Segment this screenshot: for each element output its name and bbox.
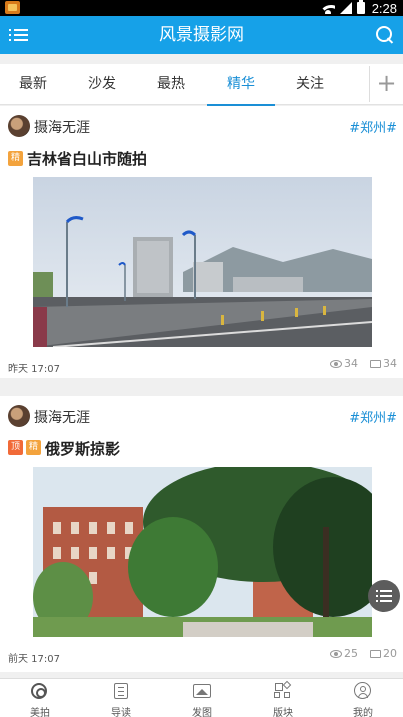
nav-label: 我的	[353, 708, 373, 717]
grid-icon	[274, 680, 292, 700]
status-icons: 2:28	[320, 0, 397, 16]
wifi-icon	[320, 3, 335, 14]
eye-icon	[330, 649, 342, 658]
list-icon	[114, 683, 128, 699]
post-stats: 34 34	[330, 357, 397, 370]
post-stats: 25 20	[330, 647, 397, 660]
image-icon	[193, 684, 211, 698]
comment-count: 34	[383, 357, 397, 370]
location-tag[interactable]: #郑州#	[349, 117, 397, 136]
tab-sofa[interactable]: 沙发	[72, 64, 132, 105]
search-icon[interactable]	[375, 25, 395, 45]
comment-icon	[370, 649, 381, 658]
featured-badge: 精	[8, 151, 23, 166]
tab-following[interactable]: 关注	[280, 64, 340, 105]
avatar[interactable]	[8, 115, 30, 137]
nav-label: 导读	[111, 708, 131, 717]
post-time: 前天 17:07	[8, 654, 60, 665]
nav-label: 版块	[273, 708, 293, 717]
featured-badge: 精	[26, 440, 41, 455]
add-tab-button[interactable]: +	[369, 66, 403, 102]
post-image[interactable]	[33, 177, 372, 347]
comment-icon	[370, 359, 381, 368]
nav-item-mine[interactable]: 我的	[323, 679, 403, 717]
view-count: 34	[344, 357, 358, 370]
battery-icon	[356, 0, 365, 14]
location-tag[interactable]: #郑州#	[349, 407, 397, 426]
post-card[interactable]: 摄海无涯 #郑州# 精 吉林省白山市随拍 昨天 17:07 34 34	[0, 106, 403, 378]
user-icon	[354, 682, 371, 699]
tab-featured[interactable]: 精华	[207, 64, 275, 106]
post-card[interactable]: 摄海无涯 #郑州# 顶 精 俄罗斯掠影 前天 17:07 25 20	[0, 396, 403, 672]
view-count: 25	[344, 647, 358, 660]
nav-item-meipai[interactable]: 美拍	[0, 679, 80, 717]
floating-list-button[interactable]	[368, 580, 400, 612]
author-name[interactable]: 摄海无涯	[34, 407, 90, 427]
nav-item-guide[interactable]: 导读	[81, 679, 161, 717]
nav-item-post-image[interactable]: 发图	[162, 679, 242, 717]
app-title: 风景摄影网	[159, 25, 244, 45]
post-image[interactable]	[33, 467, 372, 637]
eye-icon	[330, 359, 342, 368]
app-notification-icon	[5, 1, 20, 14]
post-title[interactable]: 吉林省白山市随拍	[27, 148, 147, 169]
post-title[interactable]: 俄罗斯掠影	[45, 438, 120, 459]
nav-label: 美拍	[30, 708, 50, 717]
comment-count: 20	[383, 647, 397, 660]
nav-label: 发图	[192, 708, 212, 717]
avatar[interactable]	[8, 405, 30, 427]
category-tabs: 最新 沙发 最热 精华 关注 +	[0, 64, 403, 106]
status-time: 2:28	[371, 0, 397, 16]
status-bar: 2:28	[0, 0, 403, 16]
tab-latest[interactable]: 最新	[3, 64, 63, 105]
bottom-nav: 美拍 导读 发图 版块 我的	[0, 678, 403, 717]
app-bar: 风景摄影网	[0, 16, 403, 54]
author-name[interactable]: 摄海无涯	[34, 117, 90, 137]
signal-icon	[339, 2, 352, 14]
tab-hottest[interactable]: 最热	[141, 64, 201, 105]
pinned-badge: 顶	[8, 440, 23, 455]
camera-aperture-icon	[31, 683, 47, 699]
post-time: 昨天 17:07	[8, 364, 60, 375]
nav-item-boards[interactable]: 版块	[243, 679, 323, 717]
